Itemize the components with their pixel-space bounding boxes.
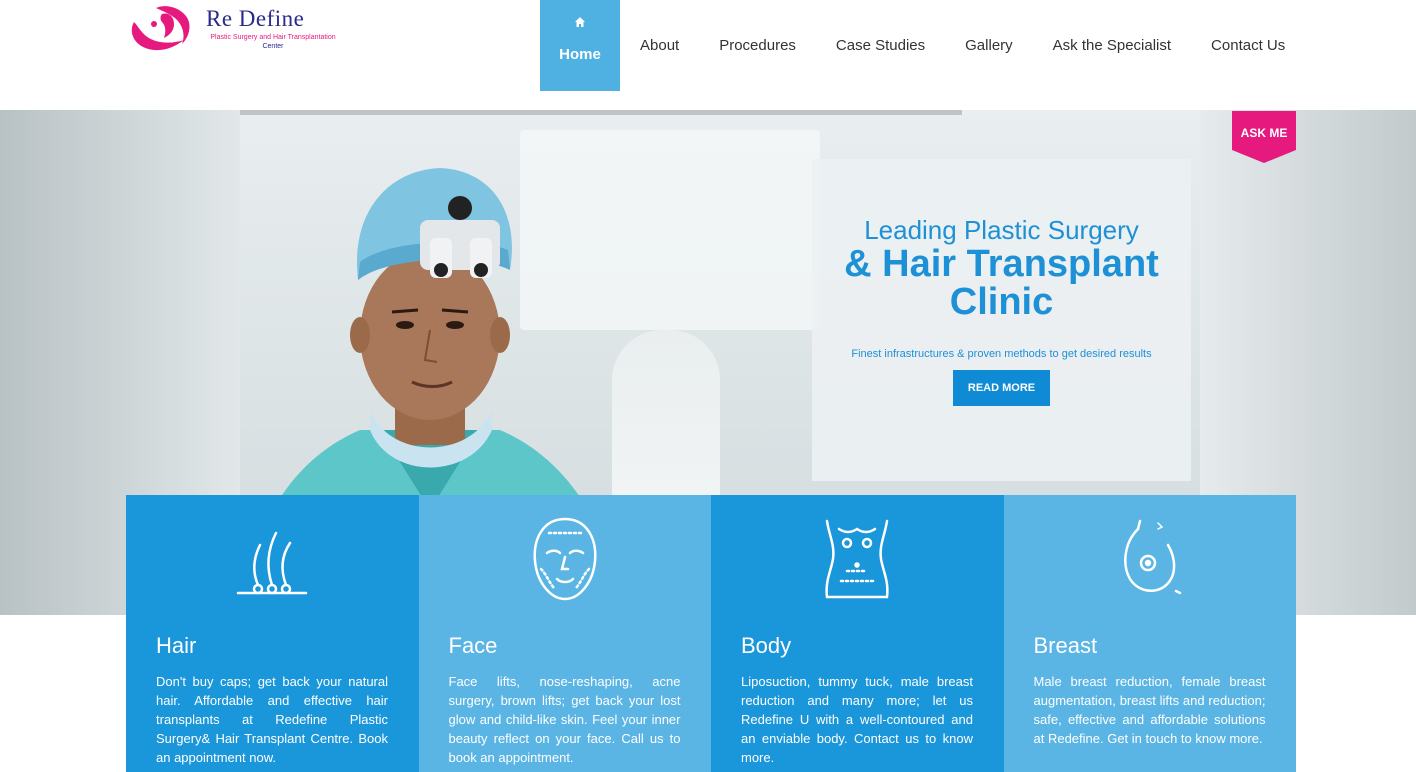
service-tile-body[interactable]: Body Liposuction, tummy tuck, male breas…	[711, 495, 1004, 772]
logo-brand-name: Re Define	[206, 6, 305, 31]
service-description: Face lifts, nose-reshaping, acne surgery…	[448, 674, 681, 765]
body-torso-icon	[825, 519, 889, 599]
site-header: Re Define Plastic Surgery and Hair Trans…	[0, 0, 1416, 110]
nav-item-contact-us[interactable]: Contact Us	[1191, 0, 1305, 91]
logo-tagline-line2: Center	[262, 43, 284, 50]
nav-item-procedures[interactable]: Procedures	[699, 0, 816, 91]
nav-item-about[interactable]: About	[620, 0, 699, 91]
hero-heading-line2: & Hair Transplant	[844, 243, 1159, 285]
service-title: Breast	[1033, 633, 1098, 658]
hero-subtitle: Finest infrastructures & proven methods …	[851, 348, 1152, 360]
nav-item-home[interactable]: Home	[540, 0, 620, 91]
logo-emblem-icon	[131, 6, 190, 51]
nav-item-gallery[interactable]: Gallery	[945, 0, 1033, 91]
hero-card: Leading Plastic Surgery & Hair Transplan…	[812, 159, 1191, 481]
service-tile-hair[interactable]: Hair Don't buy caps; get back your natur…	[126, 495, 419, 772]
nav-item-label: Home	[559, 46, 601, 63]
service-description: Male breast reduction, female breast aug…	[1033, 674, 1266, 746]
nav-item-ask-the-specialist[interactable]: Ask the Specialist	[1033, 0, 1191, 91]
nav-item-case-studies[interactable]: Case Studies	[816, 0, 945, 91]
hero-heading-line3: Clinic	[949, 281, 1054, 323]
service-tile-face[interactable]: Face Face lifts, nose-reshaping, acne su…	[418, 495, 711, 772]
face-icon	[533, 517, 597, 601]
hair-follicle-icon	[237, 531, 308, 595]
service-description: Liposuction, tummy tuck, male breast red…	[741, 674, 973, 765]
main-nav: Home About Procedures Case Studies Galle…	[540, 0, 1305, 91]
service-tile-breast[interactable]: Breast Male breast reduction, female bre…	[1003, 495, 1296, 772]
logo-tagline-line1: Plastic Surgery and Hair Transplantation	[210, 34, 336, 41]
service-title: Body	[741, 633, 792, 658]
read-more-button[interactable]: READ MORE	[953, 370, 1050, 406]
home-icon	[575, 17, 585, 27]
logo-tagline: Plastic Surgery and Hair Transplantation…	[206, 33, 340, 51]
hero-heading-line1: Leading Plastic Surgery	[864, 215, 1139, 245]
services-row: Hair Don't buy caps; get back your natur…	[126, 495, 1296, 772]
service-title: Hair	[156, 633, 197, 658]
site-logo[interactable]: Re Define Plastic Surgery and Hair Trans…	[126, 2, 346, 56]
breast-icon	[1123, 519, 1181, 595]
service-title: Face	[448, 633, 498, 658]
service-description: Don't buy caps; get back your natural ha…	[156, 674, 388, 765]
